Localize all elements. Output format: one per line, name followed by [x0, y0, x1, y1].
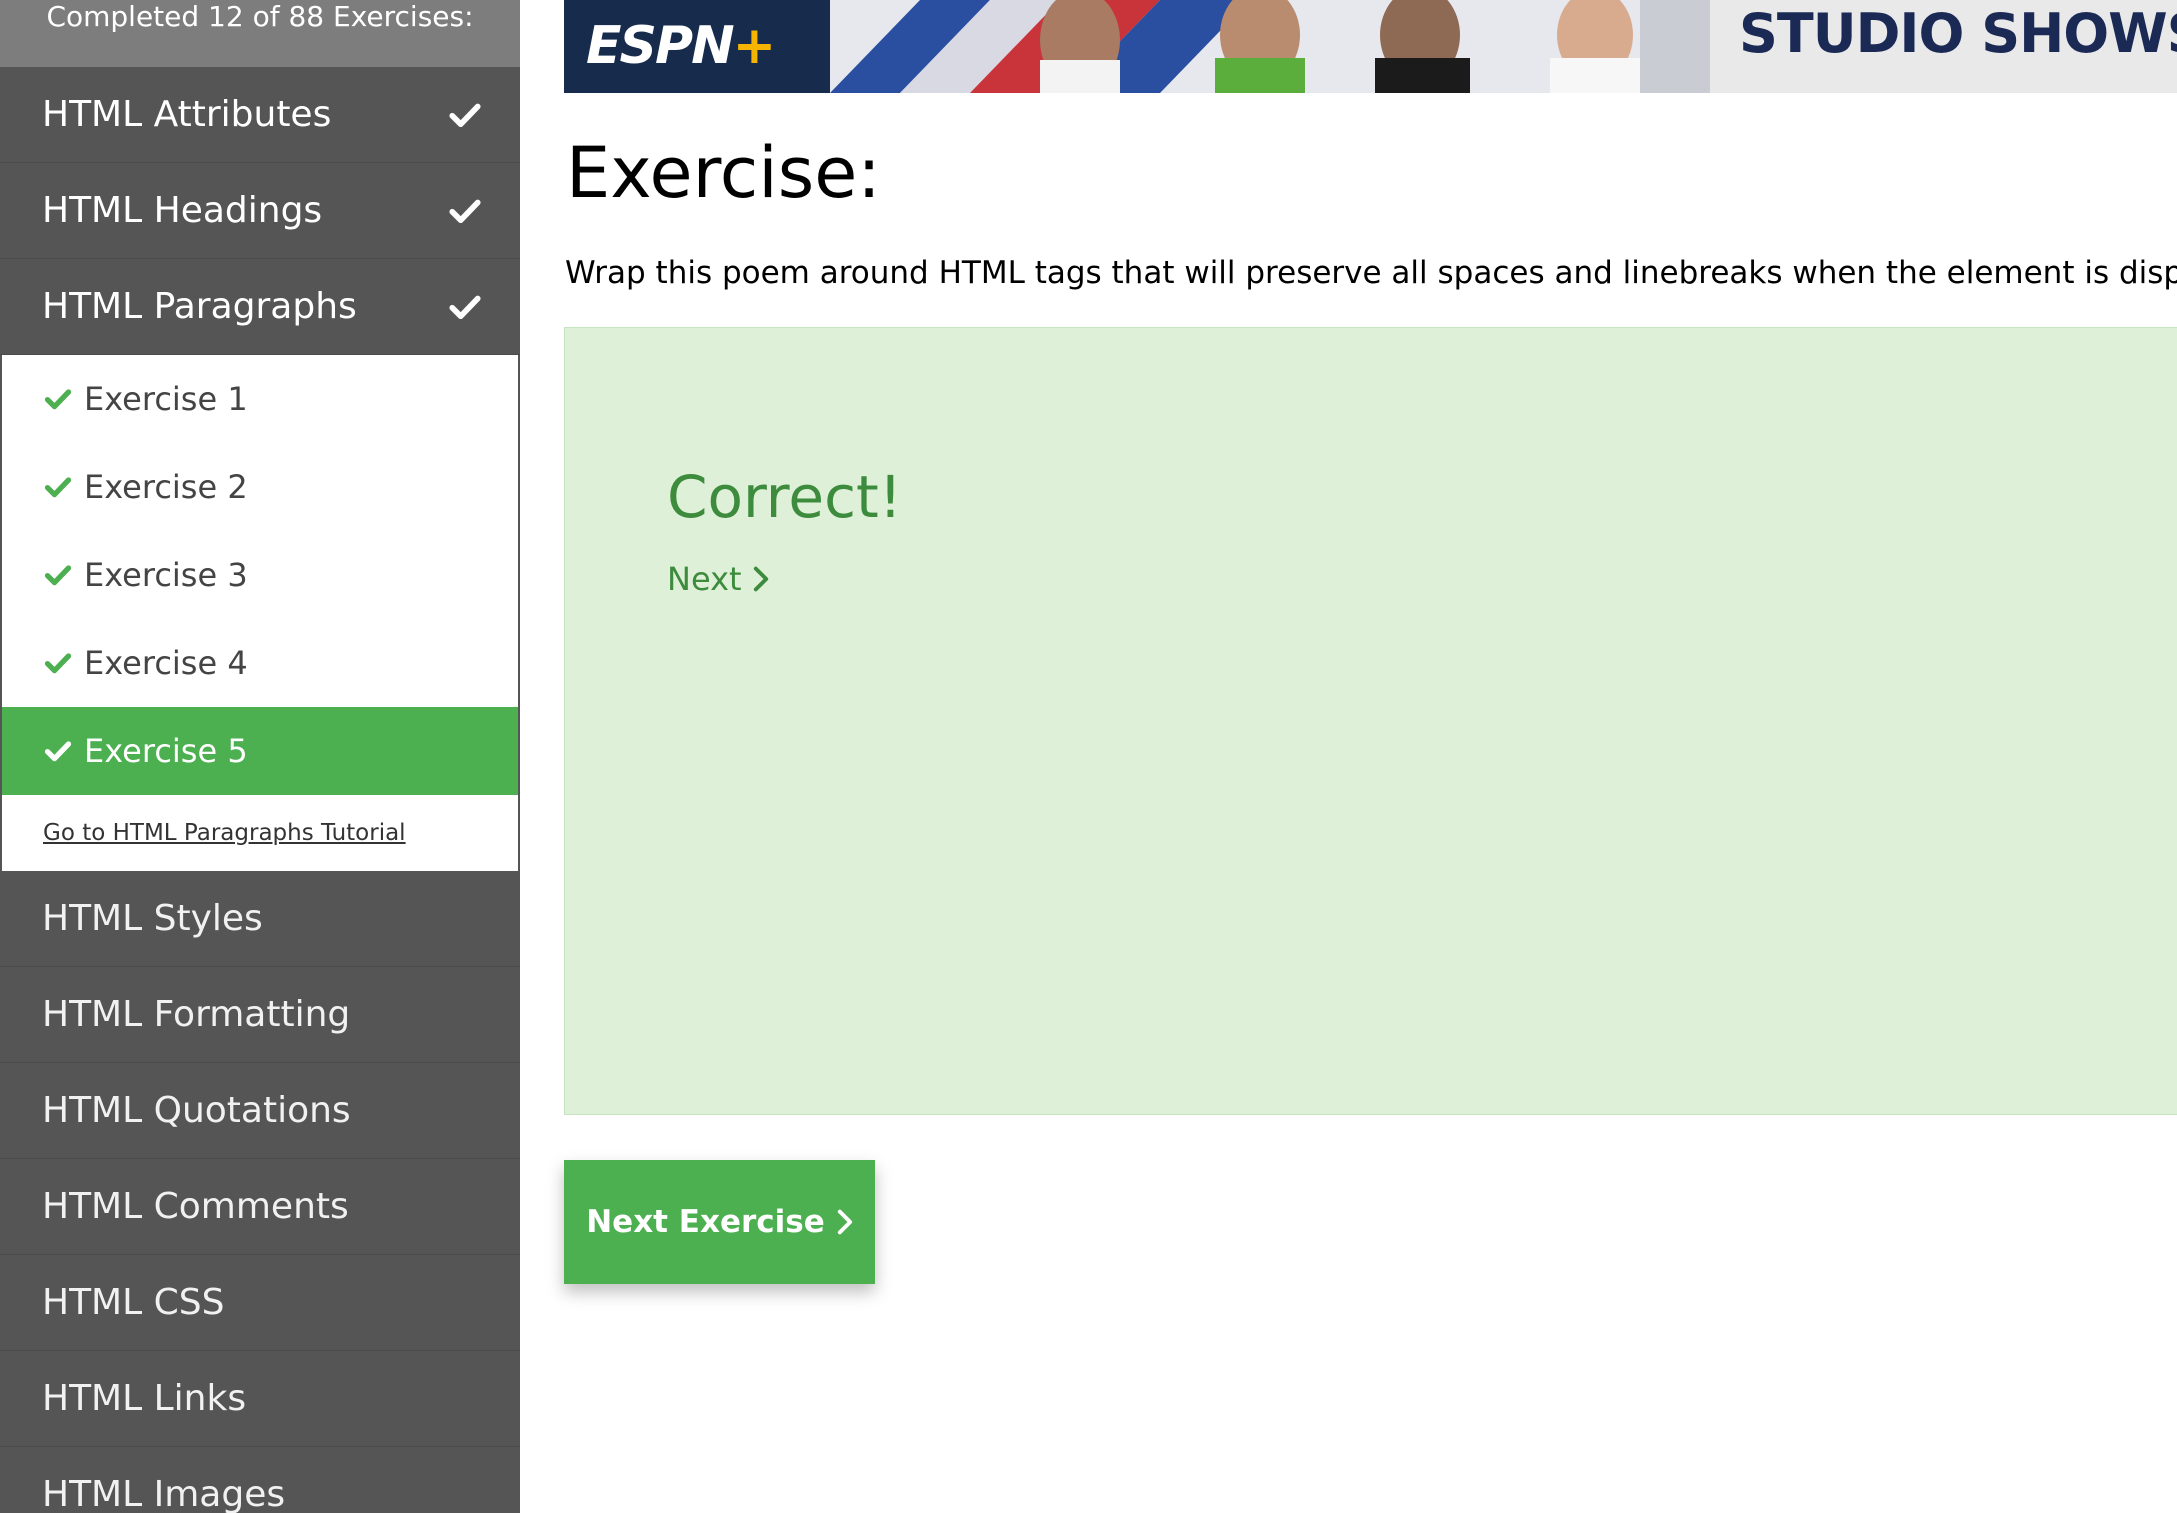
exercise-label: Exercise 4 — [84, 644, 248, 682]
sidebar-section-html-headings[interactable]: HTML Headings — [0, 163, 520, 259]
espn-logo: ESPN+ — [586, 16, 777, 76]
check-icon — [449, 199, 481, 223]
next-link-label: Next — [667, 560, 742, 598]
sidebar-section-label: HTML Comments — [42, 1186, 349, 1227]
check-icon — [44, 389, 72, 410]
progress-header: Completed 12 of 88 Exercises: — [0, 0, 520, 67]
sidebar-section-html-comments[interactable]: HTML Comments — [0, 1159, 520, 1255]
espn-logo-plus: + — [732, 16, 777, 76]
check-icon — [44, 565, 72, 586]
exercise-label: Exercise 5 — [84, 732, 248, 770]
sidebar-section-html-images[interactable]: HTML Images — [0, 1447, 520, 1513]
ad-banner[interactable]: ESPN+ STUDIO SHOWS. — [564, 0, 2177, 93]
banner-headline: STUDIO SHOWS. — [1739, 2, 2177, 65]
exercise-item-4[interactable]: Exercise 4 — [2, 619, 518, 707]
exercise-item-2[interactable]: Exercise 2 — [2, 443, 518, 531]
exercise-item-3[interactable]: Exercise 3 — [2, 531, 518, 619]
exercise-instruction: Wrap this poem around HTML tags that wil… — [565, 255, 2177, 291]
exercise-label: Exercise 3 — [84, 556, 248, 594]
check-icon — [449, 295, 481, 319]
sidebar-section-label: HTML Headings — [42, 190, 323, 231]
sidebar-section-html-styles[interactable]: HTML Styles — [0, 871, 520, 967]
sidebar-section-label: HTML Formatting — [42, 994, 351, 1035]
page: Completed 12 of 88 Exercises: HTML Attri… — [0, 0, 2177, 1513]
next-exercise-button[interactable]: Next Exercise — [564, 1160, 875, 1284]
sidebar-section-label: HTML Links — [42, 1378, 247, 1419]
check-icon — [449, 103, 481, 127]
check-icon — [44, 741, 72, 762]
exercise-label: Exercise 2 — [84, 468, 248, 506]
check-icon — [44, 653, 72, 674]
exercise-sidebar: Completed 12 of 88 Exercises: HTML Attri… — [0, 0, 520, 1513]
sidebar-section-html-links[interactable]: HTML Links — [0, 1351, 520, 1447]
espn-logo-text: ESPN — [586, 16, 735, 76]
next-exercise-label: Next Exercise — [586, 1204, 825, 1240]
exercise-list: Exercise 1 Exercise 2 Exercise 3 Exercis… — [0, 355, 520, 871]
sidebar-section-html-attributes[interactable]: HTML Attributes — [0, 67, 520, 163]
sidebar-section-html-css[interactable]: HTML CSS — [0, 1255, 520, 1351]
sidebar-section-html-paragraphs[interactable]: HTML Paragraphs — [0, 259, 520, 355]
tutorial-link[interactable]: Go to HTML Paragraphs Tutorial — [2, 795, 518, 871]
exercise-item-1[interactable]: Exercise 1 — [2, 355, 518, 443]
result-panel: Correct! Next — [564, 327, 2177, 1115]
chevron-right-icon — [837, 1209, 852, 1235]
sidebar-section-label: HTML Styles — [42, 898, 263, 939]
espn-logo-box: ESPN+ — [564, 0, 830, 93]
main-content: ESPN+ STUDIO SHOWS. Exercise: Wrap this … — [520, 0, 2177, 1513]
chevron-right-icon — [753, 566, 768, 592]
sidebar-section-html-quotations[interactable]: HTML Quotations — [0, 1063, 520, 1159]
sidebar-section-label: HTML Attributes — [42, 94, 332, 135]
sidebar-section-label: HTML CSS — [42, 1282, 225, 1323]
sidebar-section-html-formatting[interactable]: HTML Formatting — [0, 967, 520, 1063]
sidebar-section-label: HTML Paragraphs — [42, 286, 357, 327]
banner-artwork — [830, 0, 1710, 93]
correct-heading: Correct! — [667, 463, 902, 531]
page-title: Exercise: — [566, 132, 881, 214]
sidebar-section-label: HTML Images — [42, 1474, 286, 1513]
check-icon — [44, 477, 72, 498]
next-link[interactable]: Next — [667, 560, 770, 598]
sidebar-section-label: HTML Quotations — [42, 1090, 351, 1131]
exercise-label: Exercise 1 — [84, 380, 248, 418]
exercise-item-5[interactable]: Exercise 5 — [2, 707, 518, 795]
